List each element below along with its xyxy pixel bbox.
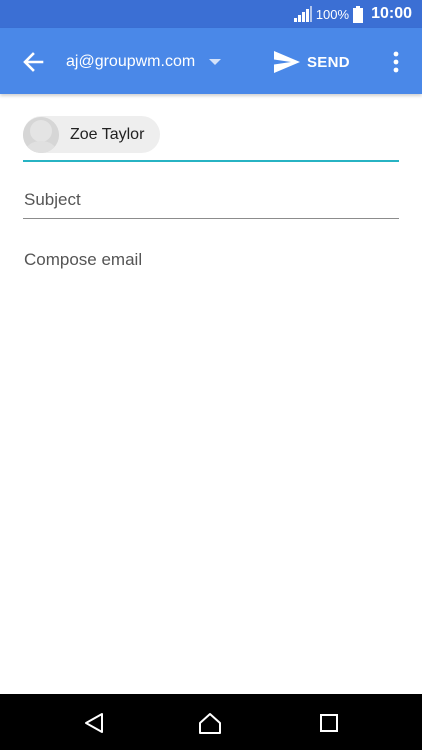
more-vert-icon — [393, 51, 399, 73]
nav-recents-button[interactable] — [317, 711, 341, 735]
nav-home-button[interactable] — [198, 711, 222, 735]
nav-recents-icon — [320, 714, 338, 732]
send-label: SEND — [307, 53, 350, 71]
compose-body-input[interactable]: Compose email — [23, 248, 399, 548]
app-toolbar: aj@groupwm.com SEND — [0, 28, 422, 94]
subject-placeholder: Subject — [24, 190, 81, 209]
back-arrow-icon — [23, 52, 44, 72]
nav-back-icon — [85, 713, 103, 733]
to-field[interactable]: Zoe Taylor — [23, 116, 399, 162]
compose-placeholder: Compose email — [24, 250, 143, 269]
subject-input[interactable]: Subject — [23, 180, 399, 219]
clock: 10:00 — [371, 5, 412, 22]
send-button[interactable]: SEND — [274, 47, 350, 77]
contact-avatar-icon — [23, 116, 59, 153]
dropdown-triangle-icon — [209, 59, 222, 65]
account-email: aj@groupwm.com — [66, 53, 196, 70]
navigation-bar — [0, 694, 422, 750]
recipient-chip[interactable]: Zoe Taylor — [23, 116, 160, 153]
status-indicators: 100% 10:00 — [293, 0, 412, 28]
more-options-button[interactable] — [384, 48, 408, 76]
avatar — [23, 116, 59, 153]
account-selector[interactable]: aj@groupwm.com — [66, 47, 222, 77]
battery-percent: 100% — [315, 6, 350, 22]
send-icon — [274, 51, 300, 73]
nav-home-icon — [199, 713, 221, 734]
back-button[interactable] — [20, 49, 46, 75]
recipient-name: Zoe Taylor — [70, 125, 145, 143]
status-bar: 100% 10:00 — [0, 0, 422, 28]
nav-back-button[interactable] — [82, 711, 106, 735]
battery-icon — [353, 5, 364, 23]
signal-icon — [293, 6, 312, 22]
to-field-underline — [23, 160, 399, 162]
